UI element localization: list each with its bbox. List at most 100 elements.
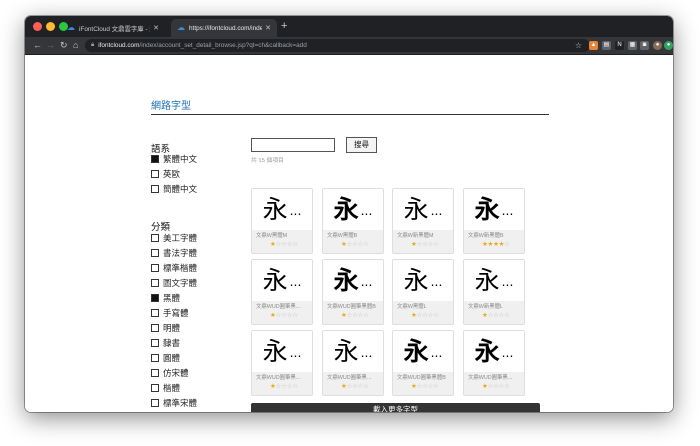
- font-card[interactable]: 永... 文鼎W新黑體L ★☆☆☆☆: [463, 259, 525, 325]
- camera-extension-icon[interactable]: ◙: [640, 41, 649, 50]
- search-input[interactable]: [251, 138, 335, 152]
- checkbox[interactable]: [151, 185, 159, 193]
- rating-stars: ★☆☆☆☆: [411, 311, 439, 319]
- rating-stars: ★☆☆☆☆: [411, 382, 439, 390]
- checkbox[interactable]: [151, 339, 159, 347]
- font-preview-glyph: 永: [474, 336, 500, 366]
- category-option[interactable]: 楷體: [151, 382, 180, 394]
- font-name: 文鼎W新黑體B: [468, 233, 504, 239]
- font-preview-ellipsis: ...: [360, 201, 373, 218]
- font-preview-ellipsis: ...: [289, 343, 302, 360]
- address-bar[interactable]: 🔒︎ ifontcloud.com/index/account_set_deta…: [85, 39, 590, 52]
- checkbox[interactable]: [151, 369, 159, 377]
- checkbox[interactable]: [151, 399, 159, 407]
- green-extension-icon[interactable]: ●: [664, 41, 673, 50]
- checkbox[interactable]: [151, 264, 159, 272]
- close-icon[interactable]: ✕: [265, 24, 271, 32]
- tab-bar: ☁ iFontCloud 文鼎雲字庫 - 即時設計... ✕ ☁ https:/…: [25, 16, 673, 37]
- category-option[interactable]: 圓體: [151, 352, 180, 364]
- category-option[interactable]: 明體: [151, 322, 180, 334]
- font-name: 文鼎WUD圓筆黑體B: [327, 304, 376, 310]
- font-preview-ellipsis: ...: [501, 201, 514, 218]
- n-extension-icon[interactable]: N: [615, 41, 624, 50]
- category-option[interactable]: 書法字體: [151, 247, 197, 259]
- rating-stars: ★☆☆☆☆: [270, 311, 298, 319]
- checkbox[interactable]: [151, 155, 159, 163]
- font-name: 文鼎W新黑體M: [397, 233, 434, 239]
- language-option-label: 簡體中文: [163, 184, 198, 194]
- category-option[interactable]: 圖文字體: [151, 277, 197, 289]
- empty-star-icon: ☆: [292, 312, 298, 319]
- new-tab-icon[interactable]: +: [281, 20, 287, 32]
- browser-tab-1[interactable]: ☁ iFontCloud 文鼎雲字庫 - 即時設計... ✕: [61, 19, 165, 37]
- category-option[interactable]: 標準宋體: [151, 397, 197, 409]
- category-option[interactable]: 黑體: [151, 292, 180, 304]
- font-card[interactable]: 永... 文鼎WUD圓筆黑... ★☆☆☆☆: [251, 259, 313, 325]
- empty-star-icon: ☆: [363, 312, 369, 319]
- font-preview: 永...: [323, 331, 383, 372]
- font-preview: 永...: [323, 260, 383, 301]
- result-count: 共 15 個項目: [251, 158, 284, 164]
- load-more-button[interactable]: 載入更多字型: [251, 403, 540, 412]
- checkbox[interactable]: [151, 294, 159, 302]
- search-button[interactable]: 搜尋: [346, 137, 377, 153]
- checkbox[interactable]: [151, 234, 159, 242]
- font-card[interactable]: 永... 文鼎WUD圓筆黑... ★☆☆☆☆: [463, 330, 525, 396]
- font-card[interactable]: 永... 文鼎W新黑體M ★☆☆☆☆: [392, 188, 454, 254]
- font-card[interactable]: 永... 文鼎W黑體B ★☆☆☆☆: [322, 188, 384, 254]
- checkbox[interactable]: [151, 279, 159, 287]
- browser-tab-2[interactable]: ☁ https://ifontcloud.com/index/a... ✕: [171, 19, 277, 37]
- font-preview-ellipsis: ...: [360, 343, 373, 360]
- doc-extension-icon[interactable]: ▦: [628, 41, 637, 50]
- font-name: 文鼎WUD圓筆黑...: [468, 375, 513, 381]
- checkbox[interactable]: [151, 354, 159, 362]
- checkbox[interactable]: [151, 249, 159, 257]
- checkbox[interactable]: [151, 324, 159, 332]
- category-option[interactable]: 美工字體: [151, 232, 197, 244]
- category-option[interactable]: 仿宋體: [151, 367, 189, 379]
- font-preview-ellipsis: ...: [360, 272, 373, 289]
- font-preview-glyph: 永: [333, 265, 359, 295]
- checkbox[interactable]: [151, 384, 159, 392]
- font-preview: 永...: [252, 331, 312, 372]
- minimize-window-button[interactable]: [46, 22, 55, 31]
- font-card[interactable]: 永... 文鼎W新黑體B ★★★★☆: [463, 188, 525, 254]
- close-window-button[interactable]: [33, 22, 42, 31]
- bookmark-star-icon[interactable]: ☆: [575, 39, 582, 52]
- back-arrow-icon[interactable]: ←: [33, 39, 42, 51]
- empty-star-icon: ☆: [504, 241, 510, 248]
- font-preview-glyph: 永: [262, 265, 288, 295]
- forward-arrow-icon[interactable]: →: [46, 39, 55, 51]
- font-preview-ellipsis: ...: [289, 272, 302, 289]
- font-card[interactable]: 永... 文鼎WUD圓筆黑... ★☆☆☆☆: [251, 330, 313, 396]
- font-card[interactable]: 永... 文鼎WUD圓筆黑體B ★☆☆☆☆: [392, 330, 454, 396]
- font-card[interactable]: 永... 文鼎W黑體L ★☆☆☆☆: [392, 259, 454, 325]
- font-preview: 永...: [252, 189, 312, 230]
- checkbox[interactable]: [151, 170, 159, 178]
- home-icon[interactable]: ⌂: [73, 39, 78, 51]
- font-preview-glyph: 永: [403, 336, 429, 366]
- avatar-extension-icon[interactable]: ●: [653, 41, 662, 50]
- g-extension-icon[interactable]: ▤: [602, 41, 611, 50]
- category-option[interactable]: 手寫體: [151, 307, 189, 319]
- reload-icon[interactable]: ↻: [60, 39, 68, 51]
- font-card[interactable]: 永... 文鼎WUD圓筆黑... ★☆☆☆☆: [322, 330, 384, 396]
- empty-star-icon: ☆: [504, 312, 510, 319]
- language-option[interactable]: 簡體中文: [151, 183, 197, 195]
- font-name: 文鼎W新黑體L: [468, 304, 504, 310]
- empty-star-icon: ☆: [363, 241, 369, 248]
- language-option[interactable]: 繁體中文: [151, 153, 197, 165]
- close-icon[interactable]: ✕: [153, 24, 159, 32]
- empty-star-icon: ☆: [363, 383, 369, 390]
- font-card[interactable]: 永... 文鼎W黑體M ★☆☆☆☆: [251, 188, 313, 254]
- category-option[interactable]: 標準楷體: [151, 262, 197, 274]
- language-option[interactable]: 英歐: [151, 168, 180, 180]
- font-card[interactable]: 永... 文鼎WUD圓筆黑體B ★☆☆☆☆: [322, 259, 384, 325]
- browser-window: ☁ iFontCloud 文鼎雲字庫 - 即時設計... ✕ ☁ https:/…: [25, 16, 673, 412]
- checkbox[interactable]: [151, 309, 159, 317]
- rating-stars: ★☆☆☆☆: [341, 240, 369, 248]
- fox-extension-icon[interactable]: ▲: [589, 41, 598, 50]
- tab-title: iFontCloud 文鼎雲字庫 - 即時設計...: [79, 25, 150, 33]
- category-option[interactable]: 隸書: [151, 337, 180, 349]
- category-heading: 分類: [151, 222, 171, 233]
